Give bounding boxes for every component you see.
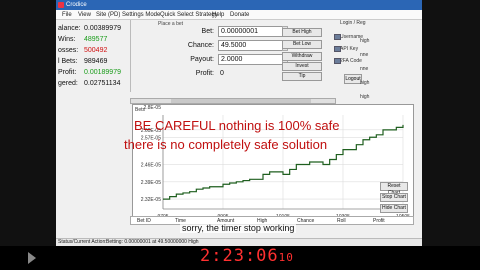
col-chance[interactable]: Chance xyxy=(297,218,314,224)
window-title: Crodice xyxy=(66,2,87,8)
y-tick-label: 2.46E-05 xyxy=(141,162,162,168)
menu-donate[interactable]: Donate xyxy=(230,11,249,19)
high-label: nne xyxy=(360,66,369,72)
status-text: Betting: 0.00000001 at 49.50000000 High xyxy=(106,239,199,245)
menu-view[interactable]: View xyxy=(78,11,91,19)
payout-label: Payout: xyxy=(190,56,214,63)
col-roll[interactable]: Roll xyxy=(337,218,346,224)
side-strip xyxy=(422,0,480,246)
stat-row: gered: 0.02751134 xyxy=(56,79,130,89)
status-bar: Status/Current Action: Betting: 0.000000… xyxy=(56,238,422,246)
menu-bar: File View Site (PD) Settings Mode Quick … xyxy=(56,10,422,20)
high-label: high xyxy=(360,94,370,100)
withdraw-button[interactable]: Withdraw xyxy=(282,52,322,61)
chance-label: Chance: xyxy=(187,42,214,49)
hide-chart-button[interactable]: Hide Chart xyxy=(380,204,408,213)
menu-settings-mode[interactable]: Settings Mode xyxy=(122,11,160,19)
app-icon xyxy=(58,2,64,8)
stat-row: Profit: 0.00189979 xyxy=(56,68,130,78)
subtitle-caption: sorry, the timer stop working xyxy=(180,223,297,233)
profit-value: 0 xyxy=(220,70,224,77)
api-key-label: API Key xyxy=(340,46,359,52)
invest-button[interactable]: Invest xyxy=(282,62,322,71)
bet-label: Bet: xyxy=(201,28,214,35)
twofa-label: 2FA Code xyxy=(340,58,362,64)
title-bar: Crodice xyxy=(56,0,422,10)
menu-quick-select-strategy[interactable]: Quick Select Strategy xyxy=(160,11,218,19)
stat-value: 989469 xyxy=(84,58,108,65)
scrollbar-thumb[interactable] xyxy=(171,99,311,103)
stat-value: 500492 xyxy=(84,47,108,54)
place-bet-label: Place a bet xyxy=(158,21,184,27)
stat-label: alance: xyxy=(58,25,81,32)
menu-file[interactable]: File xyxy=(62,11,72,19)
y-top-tick: 2.8E-05 xyxy=(143,105,161,111)
stat-label: Wins: xyxy=(58,36,76,43)
play-icon[interactable] xyxy=(28,252,36,264)
menu-help[interactable]: Help xyxy=(212,11,224,19)
col-bet-id[interactable]: Bet ID xyxy=(137,218,151,224)
stat-value: 0.00389979 xyxy=(84,25,121,32)
chance-input[interactable]: 49.5000 xyxy=(218,40,284,51)
stat-row: osses: 500492 xyxy=(56,46,130,56)
stat-label: l Bets: xyxy=(58,58,78,65)
caution-line-2: there is no completely safe solution xyxy=(124,137,328,152)
stat-label: osses: xyxy=(58,47,79,54)
bet-input[interactable]: 0.00000001 xyxy=(218,26,284,37)
stat-value: 0.00189979 xyxy=(84,69,121,76)
clock-sub: 10 xyxy=(278,251,294,264)
stat-value: 489577 xyxy=(84,36,108,43)
login-header: Login / Reg xyxy=(340,20,366,26)
stat-value: 0.02751134 xyxy=(84,80,121,87)
y-tick-label: 2.32E-05 xyxy=(141,197,162,203)
lock-icon xyxy=(334,58,341,64)
high-label: high xyxy=(360,38,370,44)
stat-row: l Bets: 989469 xyxy=(56,57,130,67)
stop-chart-button[interactable]: Stop Chart xyxy=(380,193,408,202)
key-icon xyxy=(334,46,341,52)
clock-main: 2:23:06 xyxy=(200,246,279,266)
menu-site[interactable]: Site (PD) xyxy=(96,11,120,19)
divider xyxy=(130,20,131,92)
clock-display: 2:23:0610 xyxy=(200,246,294,266)
stat-label: gered: xyxy=(58,80,78,87)
stat-row: alance: 0.00389979 xyxy=(56,24,130,34)
profit-label: Profit: xyxy=(195,70,214,77)
bet-high-button[interactable]: Bet High xyxy=(282,28,322,37)
high-label: nne xyxy=(360,52,369,58)
user-icon xyxy=(334,34,341,40)
y-tick-label: 2.39E-05 xyxy=(141,180,162,186)
stat-label: Profit: xyxy=(58,69,77,76)
stat-row: Wins: 489577 xyxy=(56,35,130,45)
caution-line-1: BE CAREFUL nothing is 100% safe xyxy=(134,118,340,133)
reset-chart-button[interactable]: Reset Chart xyxy=(380,182,408,196)
tip-button[interactable]: Tip xyxy=(282,72,322,81)
status-label: Status/Current Action: xyxy=(58,239,107,245)
payout-input[interactable]: 2.0000 xyxy=(218,54,284,65)
bet-low-button[interactable]: Bet Low xyxy=(282,40,322,49)
col-profit[interactable]: Profit xyxy=(373,218,385,224)
high-label: high xyxy=(360,80,370,86)
screen: { "window": { "title": "Crodice" }, "men… xyxy=(0,0,480,270)
